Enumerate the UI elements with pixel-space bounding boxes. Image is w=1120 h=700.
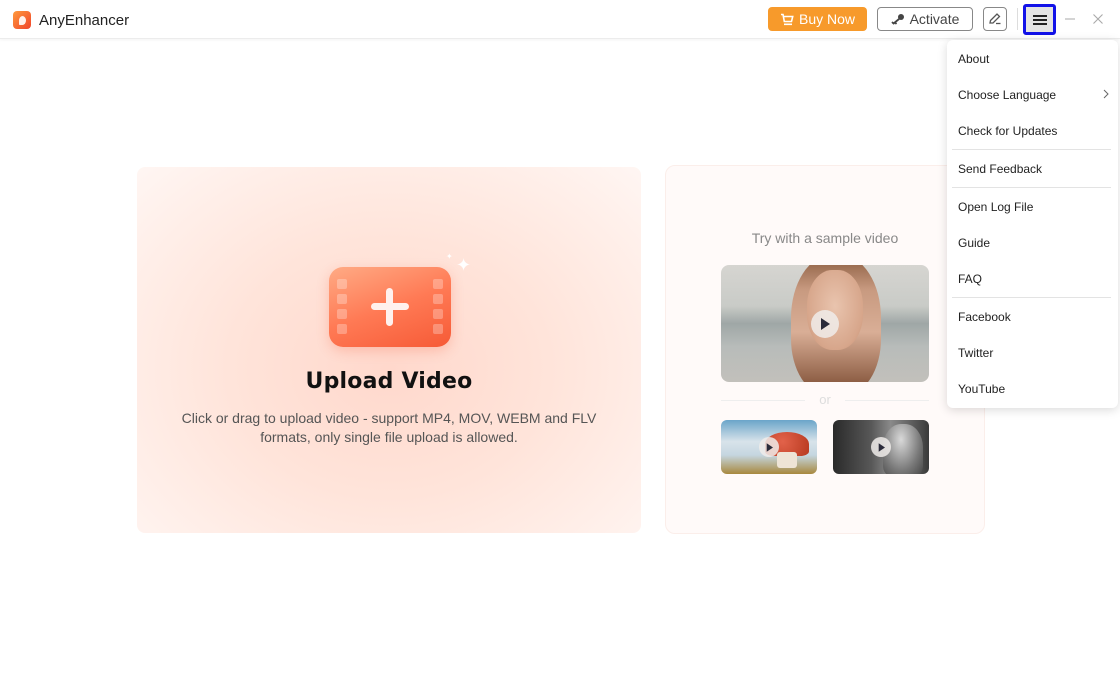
menu-item-faq[interactable]: FAQ [947, 264, 1118, 294]
cart-icon [780, 13, 794, 25]
titlebar-divider [1017, 8, 1018, 30]
menu-item-about[interactable]: About [947, 44, 1118, 74]
title-bar: AnyEnhancer Buy Now Activate [0, 0, 1120, 39]
main-menu-button[interactable] [1023, 4, 1056, 35]
menu-divider [952, 187, 1111, 188]
menu-item-choose-language[interactable]: Choose Language [947, 80, 1118, 110]
upload-description: Click or drag to upload video - support … [181, 410, 597, 445]
menu-item-facebook[interactable]: Facebook [947, 302, 1118, 332]
play-icon [811, 310, 839, 338]
menu-item-twitter[interactable]: Twitter [947, 338, 1118, 368]
upload-dropzone[interactable]: ✦ ✦ Upload Video Click or drag to upload… [137, 167, 641, 533]
menu-item-open-log[interactable]: Open Log File [947, 192, 1118, 222]
hamburger-icon [1032, 14, 1047, 25]
menu-item-youtube[interactable]: YouTube [947, 374, 1118, 404]
sample-video-3[interactable] [833, 420, 929, 474]
key-icon [890, 14, 904, 25]
sparkle-icon: ✦ [446, 252, 453, 261]
menu-item-send-feedback[interactable]: Send Feedback [947, 154, 1118, 184]
minimize-icon [1065, 18, 1075, 20]
buy-now-button[interactable]: Buy Now [768, 7, 867, 31]
app-title: AnyEnhancer [39, 12, 130, 29]
sample-video-2[interactable] [721, 420, 817, 474]
play-icon [871, 437, 891, 457]
close-icon [1093, 14, 1103, 24]
pen-icon [989, 13, 1001, 25]
sample-video-1[interactable] [721, 265, 929, 382]
menu-divider [952, 149, 1111, 150]
or-separator: or [721, 392, 929, 412]
activate-label: Activate [909, 11, 960, 27]
buy-now-label: Buy Now [798, 11, 856, 27]
sparkle-icon: ✦ [456, 255, 472, 275]
add-video-icon [329, 267, 451, 347]
feedback-edit-button[interactable] [983, 7, 1007, 31]
menu-item-check-updates[interactable]: Check for Updates [947, 116, 1118, 146]
activate-button[interactable]: Activate [877, 7, 973, 31]
main-menu-dropdown: About Choose Language Check for Updates … [947, 40, 1118, 408]
upload-title: Upload Video [305, 369, 473, 394]
app-logo-icon [13, 11, 31, 29]
menu-item-guide[interactable]: Guide [947, 228, 1118, 258]
menu-divider [952, 297, 1111, 298]
play-icon [759, 437, 779, 457]
sample-title: Try with a sample video [751, 230, 899, 246]
sample-videos-panel: Try with a sample video or [665, 165, 985, 534]
chevron-right-icon [1103, 89, 1109, 99]
close-button[interactable] [1090, 8, 1106, 30]
minimize-button[interactable] [1062, 8, 1078, 30]
